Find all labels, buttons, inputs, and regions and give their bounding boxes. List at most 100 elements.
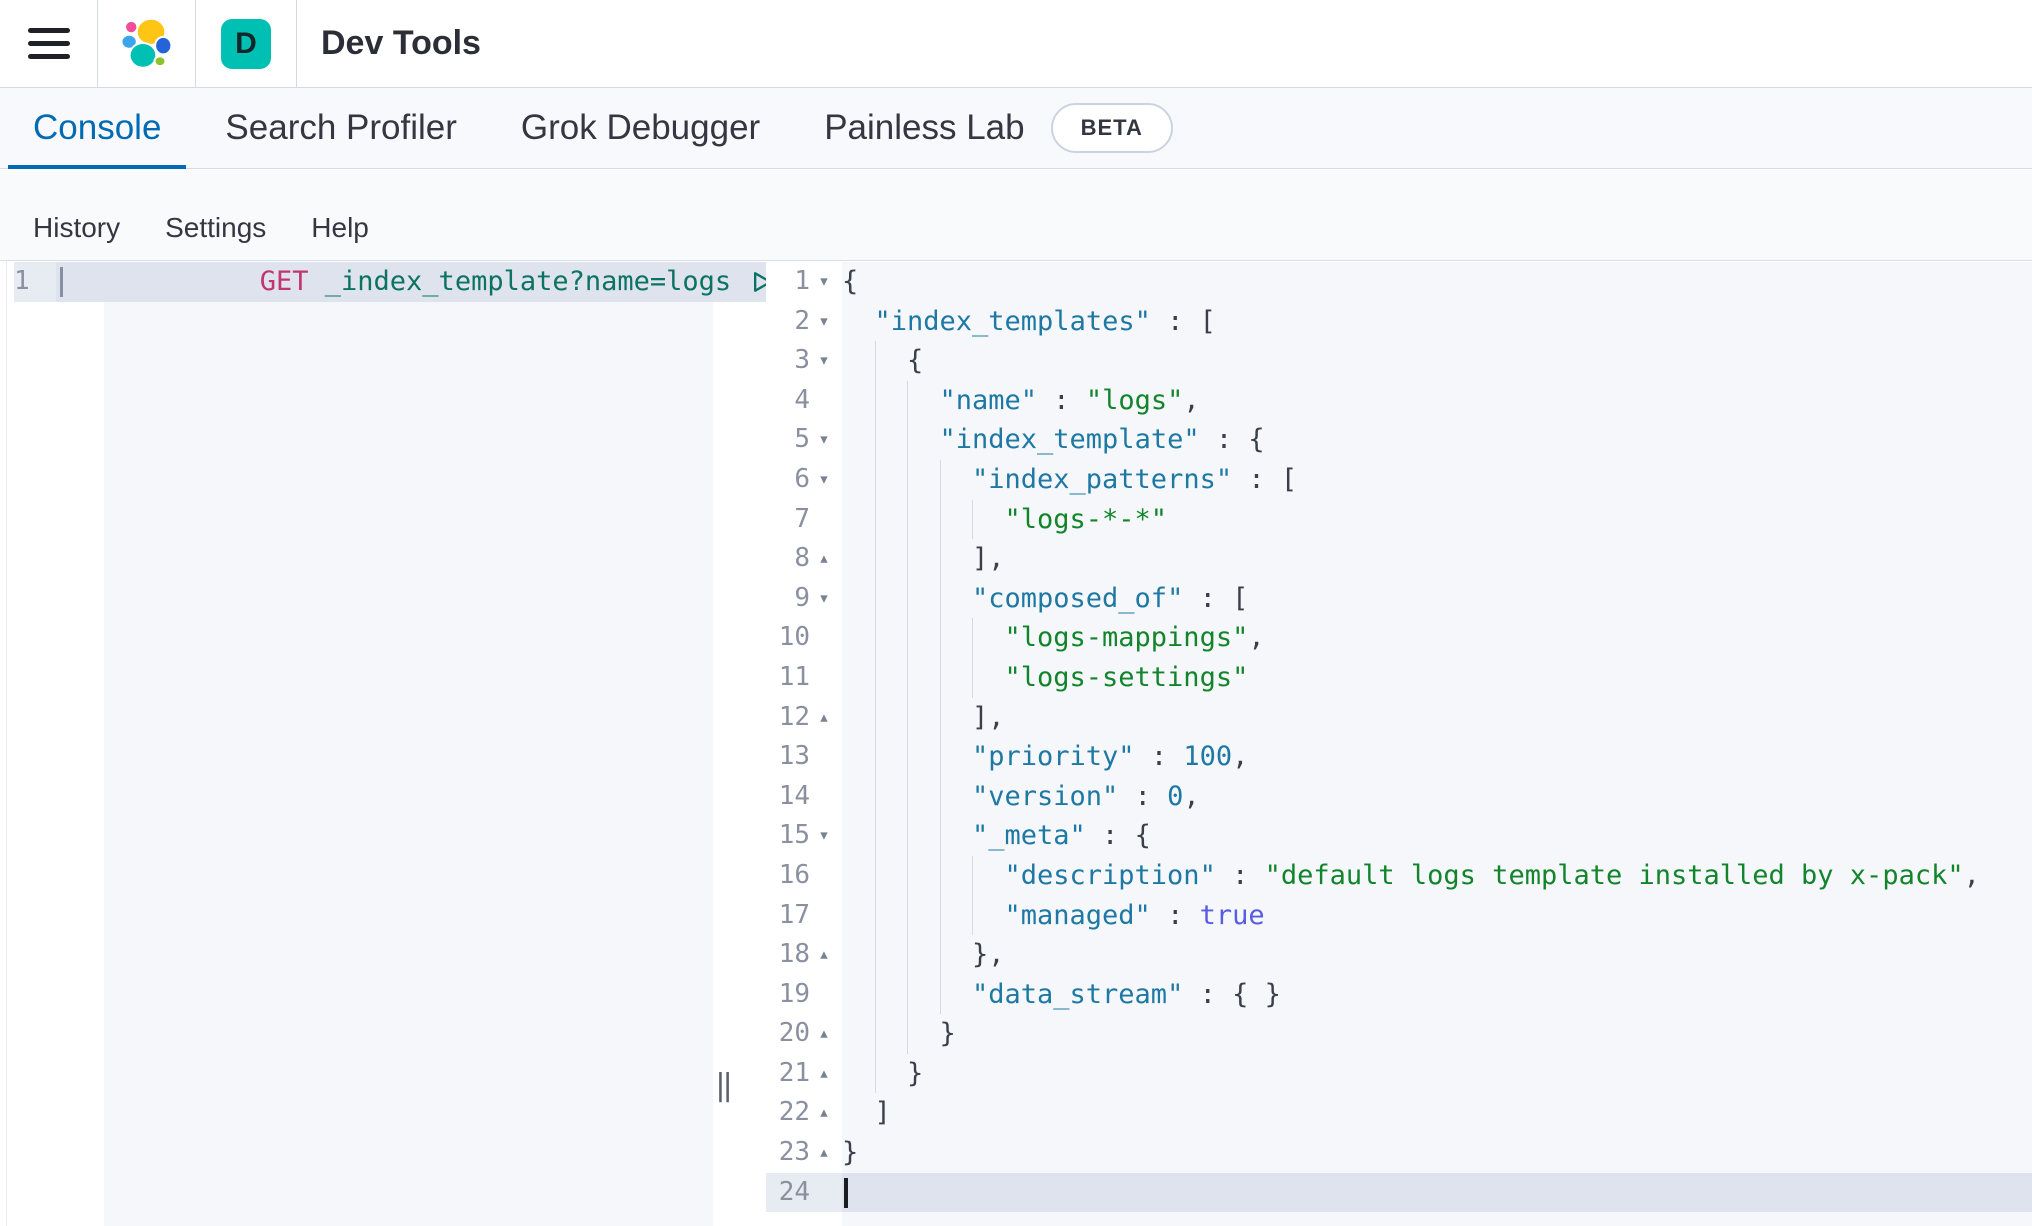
- fold-toggle-icon[interactable]: ▾: [810, 420, 838, 460]
- response-line-code[interactable]: }: [842, 1133, 2032, 1173]
- line-number: 7: [766, 500, 810, 540]
- response-line-gutter: 5▾: [766, 420, 842, 460]
- line-number: 21: [766, 1054, 810, 1094]
- response-line: 11"logs-settings": [766, 658, 2032, 698]
- line-number: 24: [766, 1173, 810, 1213]
- fold-toggle-icon[interactable]: ▾: [810, 460, 838, 500]
- fold-toggle-icon[interactable]: ▾: [810, 579, 838, 619]
- fold-toggle-icon[interactable]: ▴: [810, 539, 838, 579]
- response-line: 14"version" : 0,: [766, 777, 2032, 817]
- response-line-code[interactable]: }: [842, 1014, 2032, 1054]
- fold-toggle-icon[interactable]: ▴: [810, 935, 838, 975]
- token-p: {: [907, 345, 923, 376]
- hamburger-bar: [28, 28, 70, 33]
- line-number: 22: [766, 1093, 810, 1133]
- response-line-code[interactable]: "data_stream" : { }: [842, 975, 2032, 1015]
- response-line-gutter: 3▾: [766, 341, 842, 381]
- menu-hamburger-button[interactable]: [0, 0, 97, 87]
- indent-guide: [907, 579, 908, 619]
- tab-console[interactable]: Console: [8, 88, 186, 168]
- request-line-code[interactable]: GET _index_template?name=logs: [56, 262, 818, 302]
- indent-guide: [907, 935, 908, 975]
- response-line-gutter: 14: [766, 777, 842, 817]
- fold-toggle-icon[interactable]: ▾: [810, 816, 838, 856]
- indent-guide: [940, 698, 941, 738]
- response-line-code[interactable]: {: [842, 341, 2032, 381]
- token-s: "default logs template installed by x-pa…: [1265, 860, 1964, 891]
- pane-splitter[interactable]: ‖: [713, 262, 766, 1226]
- token-s: "logs": [1086, 385, 1184, 416]
- tab-search-profiler[interactable]: Search Profiler: [200, 88, 481, 168]
- elastic-logo-icon: [121, 18, 173, 70]
- response-line-code[interactable]: "version" : 0,: [842, 777, 2032, 817]
- line-number: 4: [766, 381, 810, 421]
- response-line-code[interactable]: {: [842, 262, 2032, 302]
- response-line-code[interactable]: "logs-*-*": [842, 500, 2032, 540]
- response-line-code[interactable]: ]: [842, 1093, 2032, 1133]
- devtools-app-badge[interactable]: D: [221, 19, 271, 69]
- fold-toggle-icon[interactable]: ▴: [810, 1014, 838, 1054]
- elastic-logo[interactable]: [98, 0, 195, 87]
- response-line: 10 "logs-mappings",: [766, 618, 2032, 658]
- token-k: "_meta": [972, 820, 1086, 851]
- fold-toggle-icon[interactable]: ▾: [810, 341, 838, 381]
- response-line-gutter: 22▴: [766, 1093, 842, 1133]
- response-line-code[interactable]: "_meta" : {: [842, 816, 2032, 856]
- response-line-gutter: 23▴: [766, 1133, 842, 1173]
- response-line-code[interactable]: "composed_of" : [: [842, 579, 2032, 619]
- fold-toggle-icon[interactable]: ▴: [810, 698, 838, 738]
- request-line: 1 GET _index_template?name=logs: [14, 262, 713, 302]
- response-line-code[interactable]: "index_templates" : [: [842, 302, 2032, 342]
- line-number: 10: [766, 618, 810, 658]
- tab-grok-debugger[interactable]: Grok Debugger: [496, 88, 785, 168]
- indent-guide: [907, 500, 908, 540]
- response-line-code[interactable]: }: [842, 1054, 2032, 1094]
- token-k: "index_template": [940, 424, 1200, 455]
- fold-toggle-icon[interactable]: ▴: [810, 1054, 838, 1094]
- line-number: 15: [766, 816, 810, 856]
- line-number: 1: [766, 262, 810, 302]
- indent-guide: [907, 539, 908, 579]
- global-header: D Dev Tools: [0, 0, 2032, 88]
- response-line-code[interactable]: ],: [842, 539, 2032, 579]
- response-line: 16"description" : "default logs template…: [766, 856, 2032, 896]
- fold-toggle-icon[interactable]: ▴: [810, 1093, 838, 1133]
- response-line: 18▴},: [766, 935, 2032, 975]
- response-line-code[interactable]: "managed" : true: [842, 896, 2032, 936]
- indent-guide: [875, 381, 876, 421]
- fold-toggle-icon[interactable]: ▾: [810, 302, 838, 342]
- indent-guide: [907, 420, 908, 460]
- response-line: 23▴}: [766, 1133, 2032, 1173]
- response-line-code[interactable]: "logs-mappings",: [842, 618, 2032, 658]
- response-line-code[interactable]: "index_template" : {: [842, 420, 2032, 460]
- token-p: }: [940, 1018, 956, 1049]
- request-editor[interactable]: 1 GET _index_template?name=logs: [14, 262, 713, 1226]
- response-viewer[interactable]: 1▾{2▾"index_templates" : [3▾{4"name" : "…: [766, 262, 2032, 1226]
- indent-guide: [907, 975, 908, 1015]
- indent-guide: [907, 777, 908, 817]
- indent-guide: [875, 856, 876, 896]
- indent-guide: [940, 777, 941, 817]
- response-line-code[interactable]: "description" : "default logs template i…: [842, 856, 2032, 896]
- response-line-code[interactable]: },: [842, 935, 2032, 975]
- response-line-code[interactable]: "priority" : 100,: [842, 737, 2032, 777]
- token-k: "composed_of": [972, 583, 1183, 614]
- token-s: "logs-mappings": [1005, 622, 1249, 653]
- token-p: ],: [972, 702, 1005, 733]
- response-line-code[interactable]: "index_patterns" : [: [842, 460, 2032, 500]
- fold-toggle-icon[interactable]: ▾: [810, 262, 838, 302]
- response-line-gutter: 6▾: [766, 460, 842, 500]
- response-line-code[interactable]: [842, 1173, 2032, 1213]
- response-line-code[interactable]: ],: [842, 698, 2032, 738]
- token-n2: 100: [1183, 741, 1232, 772]
- response-line: 4 "name" : "logs",: [766, 381, 2032, 421]
- tab-painless-lab[interactable]: Painless Lab BETA: [799, 88, 1198, 168]
- indent-guide: [940, 618, 941, 658]
- response-line-code[interactable]: "name" : "logs",: [842, 381, 2032, 421]
- fold-toggle-icon[interactable]: ▴: [810, 1133, 838, 1173]
- response-line: 9▾"composed_of" : [: [766, 579, 2032, 619]
- indent-guide: [875, 460, 876, 500]
- token-k: "description": [1005, 860, 1216, 891]
- response-line-code[interactable]: "logs-settings": [842, 658, 2032, 698]
- response-line-gutter: 13: [766, 737, 842, 777]
